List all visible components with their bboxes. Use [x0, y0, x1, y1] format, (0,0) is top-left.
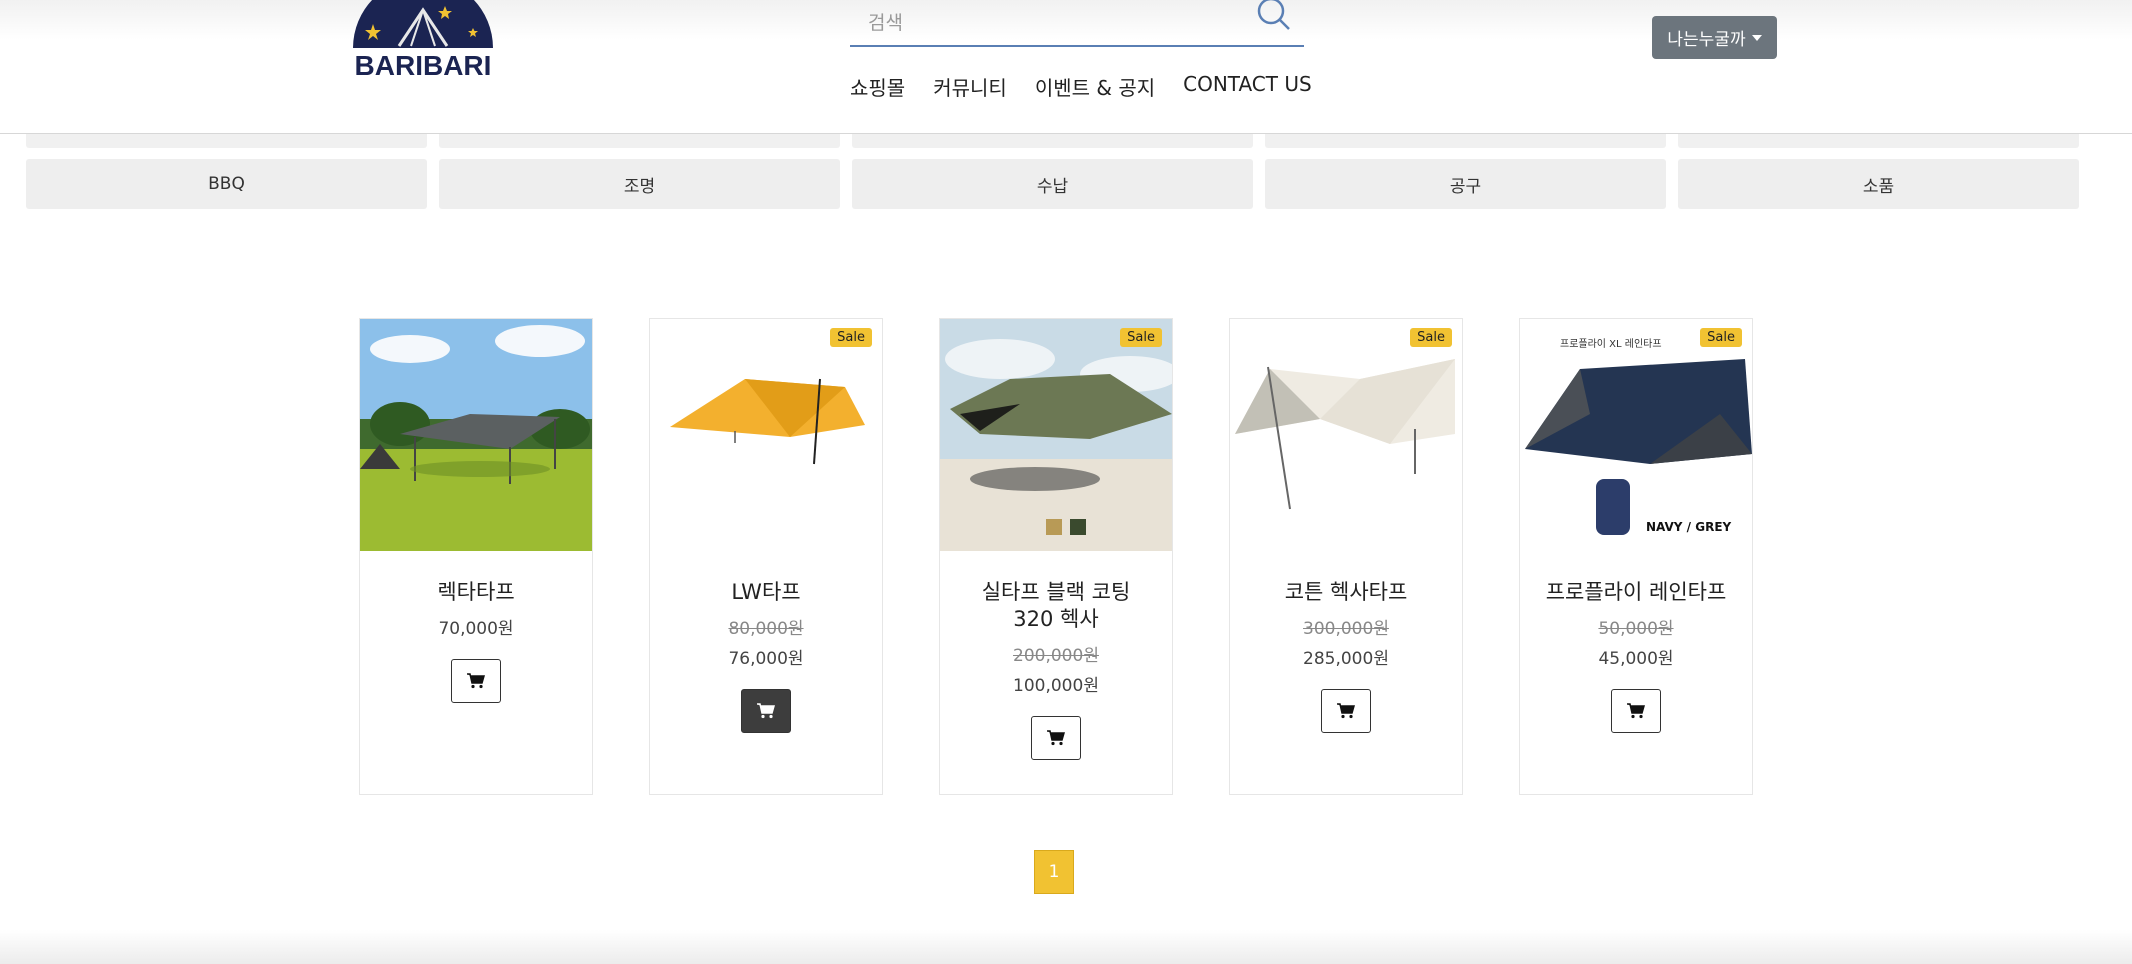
- nav-item-contact[interactable]: CONTACT US: [1183, 72, 1312, 102]
- product-price: 100,000원: [1013, 676, 1099, 696]
- caret-down-icon: [1751, 34, 1762, 41]
- add-to-cart-button[interactable]: [451, 659, 501, 703]
- cart-icon: [1047, 730, 1065, 746]
- product-original-price: 300,000원: [1303, 619, 1389, 639]
- sale-badge: Sale: [1410, 328, 1452, 347]
- product-card[interactable]: Sale 실타프 블랙 코팅 320 헥사 200,000원 100,000원: [939, 318, 1173, 795]
- product-price: 45,000원: [1598, 649, 1674, 669]
- product-name[interactable]: LW타프: [650, 579, 882, 606]
- category-row: BBQ 조명 수납 공구 소품: [26, 159, 2082, 209]
- sale-badge: Sale: [830, 328, 872, 347]
- pagination-page-button[interactable]: 1: [1034, 850, 1074, 894]
- nav-item-community[interactable]: 커뮤니티: [933, 72, 1007, 102]
- category-lighting[interactable]: 조명: [439, 159, 840, 209]
- product-card[interactable]: 렉타타프 70,000원: [359, 318, 593, 795]
- user-menu-label: 나는누굴까: [1667, 30, 1746, 50]
- product-image[interactable]: [360, 319, 592, 551]
- image-caption-top: 프로플라이 XL 레인타프: [1560, 338, 1662, 350]
- yellow-tarp-image: [670, 378, 865, 465]
- image-caption-bottom: NAVY / GREY: [1646, 520, 1732, 534]
- product-price: 285,000원: [1303, 649, 1389, 669]
- product-image[interactable]: 프로플라이 XL 레인타프 NAVY / GREY Sale: [1520, 319, 1752, 551]
- product-price: 70,000원: [438, 619, 514, 639]
- cart-icon: [467, 673, 485, 689]
- product-card[interactable]: Sale 코튼 헥사타프 300,000원 285,000원: [1229, 318, 1463, 795]
- category-accessories[interactable]: 소품: [1678, 159, 2079, 209]
- product-image[interactable]: Sale: [940, 319, 1172, 551]
- product-name[interactable]: 렉타타프: [360, 579, 592, 606]
- black-hexa-tarp-image: [940, 319, 1172, 551]
- product-list: 렉타타프 70,000원 Sale LW타프 80,000원 76,000원 S…: [359, 318, 1753, 795]
- product-name[interactable]: 코튼 헥사타프: [1230, 579, 1462, 606]
- product-name[interactable]: 프로플라이 레인타프: [1520, 579, 1752, 606]
- user-menu-button[interactable]: 나는누굴까: [1652, 16, 1777, 59]
- search-icon: [1257, 0, 1290, 30]
- product-name[interactable]: 실타프 블랙 코팅 320 헥사: [940, 579, 1172, 633]
- product-card[interactable]: 프로플라이 XL 레인타프 NAVY / GREY Sale 프로플라이 레인타…: [1519, 318, 1753, 795]
- brand-logo[interactable]: BARIBARI: [349, 0, 497, 84]
- tarp-photo-image: [360, 319, 592, 551]
- navy-rain-tarp-image: 프로플라이 XL 레인타프 NAVY / GREY: [1525, 338, 1752, 535]
- logo-text: BARIBARI: [354, 50, 492, 81]
- product-price: 76,000원: [728, 649, 804, 669]
- search-button[interactable]: [1254, 0, 1294, 36]
- add-to-cart-button[interactable]: [741, 689, 791, 733]
- cart-icon: [757, 703, 775, 719]
- product-original-price: 80,000원: [728, 619, 804, 639]
- add-to-cart-button[interactable]: [1611, 689, 1661, 733]
- product-image[interactable]: Sale: [650, 319, 882, 551]
- site-header: BARIBARI 쇼핑몰 커뮤니티 이벤트 & 공지 CONTACT US 나는…: [0, 0, 2132, 134]
- search-bar: [850, 0, 1304, 47]
- category-storage[interactable]: 수납: [852, 159, 1253, 209]
- cart-icon: [1337, 703, 1355, 719]
- footer-edge: [0, 930, 2132, 964]
- nav-item-shop[interactable]: 쇼핑몰: [850, 72, 905, 102]
- cart-icon: [1627, 703, 1645, 719]
- sale-badge: Sale: [1700, 328, 1742, 347]
- add-to-cart-button[interactable]: [1031, 716, 1081, 760]
- main-nav: 쇼핑몰 커뮤니티 이벤트 & 공지 CONTACT US: [850, 72, 1312, 102]
- product-image[interactable]: Sale: [1230, 319, 1462, 551]
- category-bbq[interactable]: BBQ: [26, 159, 427, 209]
- add-to-cart-button[interactable]: [1321, 689, 1371, 733]
- search-input[interactable]: [868, 6, 1248, 40]
- nav-item-events[interactable]: 이벤트 & 공지: [1035, 72, 1155, 102]
- product-original-price: 200,000원: [1013, 646, 1099, 666]
- cotton-hexa-tarp-image: [1235, 359, 1455, 510]
- product-card[interactable]: Sale LW타프 80,000원 76,000원: [649, 318, 883, 795]
- category-tools[interactable]: 공구: [1265, 159, 1666, 209]
- product-original-price: 50,000원: [1598, 619, 1674, 639]
- sale-badge: Sale: [1120, 328, 1162, 347]
